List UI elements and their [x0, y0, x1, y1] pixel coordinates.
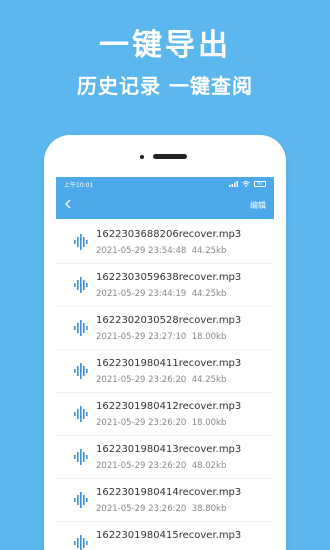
file-name: 1622301980414recover.mp3 — [96, 486, 242, 498]
file-name: 1622303059638recover.mp3 — [96, 271, 242, 283]
file-size: 38.80kb — [191, 503, 227, 514]
file-info: 1622303688206recover.mp3 2021-05-29 23:5… — [96, 229, 241, 256]
file-info: 1622301980414recover.mp3 2021-05-29 23:2… — [96, 487, 241, 514]
file-size: 18.00kb — [191, 417, 227, 428]
audio-wave-icon — [74, 449, 88, 465]
file-meta: 2021-05-29 23:26:20 38.80kb — [96, 504, 241, 514]
file-meta: 2021-05-29 23:26:20 48.02kb — [96, 461, 241, 471]
file-meta: 2021-05-29 23:27:10 18.00kb — [96, 332, 241, 342]
recording-list: 1622303688206recover.mp3 2021-05-29 23:5… — [56, 219, 274, 550]
file-meta: 2021-05-29 23:26:20 44.25kb — [96, 375, 241, 385]
file-meta: 2021-05-29 23:44:19 44.25kb — [96, 289, 241, 299]
file-info: 1622301980415recover.mp3 — [96, 530, 241, 550]
promo-subline: 历史记录 一键查阅 — [77, 74, 253, 98]
file-name: 1622301980412recover.mp3 — [96, 400, 242, 412]
audio-wave-icon — [74, 277, 88, 293]
audio-wave-icon — [74, 406, 88, 422]
file-size: 18.00kb — [191, 331, 227, 342]
status-icons: 97 — [229, 181, 266, 187]
list-item[interactable]: 1622301980415recover.mp3 — [56, 522, 274, 550]
audio-wave-icon — [74, 320, 88, 336]
status-bar: 上午10:01 97 — [56, 177, 274, 191]
file-size: 44.25kb — [191, 288, 227, 299]
file-info: 1622301980411recover.mp3 2021-05-29 23:2… — [96, 358, 241, 385]
file-date: 2021-05-29 23:26:20 — [96, 460, 187, 471]
earpiece-speaker — [153, 154, 187, 159]
phone-screen: 上午10:01 97 编辑 1622303688206recover.mp3 2… — [56, 177, 274, 550]
battery-icon: 97 — [254, 181, 266, 187]
audio-wave-icon — [74, 492, 88, 508]
file-date: 2021-05-29 23:27:10 — [96, 331, 187, 342]
file-date: 2021-05-29 23:44:19 — [96, 288, 187, 299]
signal-icon — [229, 181, 238, 187]
file-date: 2021-05-29 23:26:20 — [96, 374, 187, 385]
front-camera — [140, 155, 144, 159]
file-name: 1622301980411recover.mp3 — [96, 357, 242, 369]
file-info: 1622303059638recover.mp3 2021-05-29 23:4… — [96, 272, 241, 299]
file-meta: 2021-05-29 23:54:48 44.25kb — [96, 246, 241, 256]
list-item[interactable]: 1622303688206recover.mp3 2021-05-29 23:5… — [56, 221, 274, 264]
nav-bar: 编辑 — [56, 191, 274, 219]
list-item[interactable]: 1622301980414recover.mp3 2021-05-29 23:2… — [56, 479, 274, 522]
file-size: 44.25kb — [191, 245, 227, 256]
back-chevron-icon[interactable] — [64, 198, 71, 212]
file-size: 44.25kb — [191, 374, 227, 385]
file-name: 1622301980413recover.mp3 — [96, 443, 242, 455]
list-item[interactable]: 1622301980413recover.mp3 2021-05-29 23:2… — [56, 436, 274, 479]
list-item[interactable]: 1622301980412recover.mp3 2021-05-29 23:2… — [56, 393, 274, 436]
audio-wave-icon — [74, 535, 88, 550]
file-date: 2021-05-29 23:26:20 — [96, 417, 187, 428]
file-date: 2021-05-29 23:54:48 — [96, 245, 187, 256]
list-item[interactable]: 1622303059638recover.mp3 2021-05-29 23:4… — [56, 264, 274, 307]
wifi-icon — [242, 181, 250, 187]
list-item[interactable]: 1622301980411recover.mp3 2021-05-29 23:2… — [56, 350, 274, 393]
file-name: 1622303688206recover.mp3 — [96, 228, 242, 240]
file-info: 1622301980412recover.mp3 2021-05-29 23:2… — [96, 401, 241, 428]
file-name: 1622302030528recover.mp3 — [96, 314, 242, 326]
file-info: 1622302030528recover.mp3 2021-05-29 23:2… — [96, 315, 241, 342]
file-date: 2021-05-29 23:26:20 — [96, 503, 187, 514]
file-meta — [96, 547, 241, 550]
status-time: 上午10:01 — [64, 181, 94, 189]
list-item[interactable]: 1622302030528recover.mp3 2021-05-29 23:2… — [56, 307, 274, 350]
edit-button[interactable]: 编辑 — [250, 200, 266, 211]
promo-headline: 一键导出 — [99, 28, 231, 63]
audio-wave-icon — [74, 234, 88, 250]
audio-wave-icon — [74, 363, 88, 379]
file-size: 48.02kb — [191, 460, 227, 471]
file-name: 1622301980415recover.mp3 — [96, 529, 242, 541]
file-meta: 2021-05-29 23:26:20 18.00kb — [96, 418, 241, 428]
file-info: 1622301980413recover.mp3 2021-05-29 23:2… — [96, 444, 241, 471]
